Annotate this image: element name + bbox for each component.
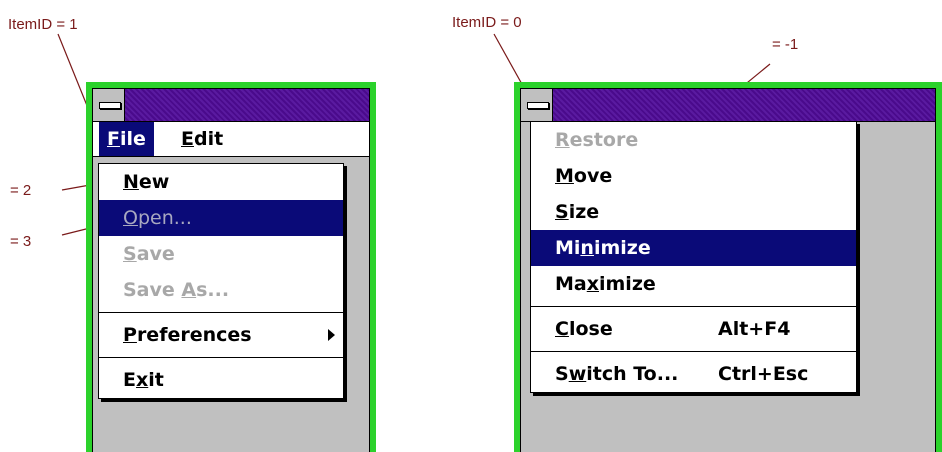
system-menu: Restore Move Size Minimize Maximize Clos… [530,121,857,393]
left-title-bar[interactable] [93,89,369,122]
menu-item-exit[interactable]: Exit [99,362,343,398]
menu-item-preferences[interactable]: Preferences [99,317,343,353]
accelerator-switch-to: Ctrl+Esc [718,363,809,385]
annotation-item-id-0: ItemID = 0 [452,14,522,31]
menu-separator [531,306,856,307]
menu-item-open[interactable]: Open... [99,200,343,236]
system-menu-icon [99,102,121,109]
accelerator-close: Alt+F4 [718,318,791,340]
left-system-menu-button[interactable] [93,89,125,121]
system-menu-icon [527,102,549,109]
annotation-new-id: = 2 [10,182,32,199]
menu-item-save[interactable]: Save [99,236,343,272]
menu-item-close[interactable]: Close Alt+F4 [531,311,856,347]
menu-item-new[interactable]: New [99,164,343,200]
menu-separator [99,357,343,358]
menu-item-move[interactable]: Move [531,158,856,194]
annotation-item-id-1: ItemID = 1 [8,16,78,33]
menu-item-maximize[interactable]: Maximize [531,266,856,302]
right-title-bar[interactable] [521,89,935,122]
annotation-restore-id: = -1 [772,36,799,53]
file-dropdown-menu: New Open... Save Save As... Preferences … [98,163,344,399]
menu-separator [531,351,856,352]
menu-edit[interactable]: Edit [173,122,231,156]
right-system-menu-button[interactable] [521,89,553,121]
submenu-arrow-icon [328,329,335,341]
menu-item-switch-to[interactable]: Switch To... Ctrl+Esc [531,356,856,392]
menu-separator [99,312,343,313]
menu-file[interactable]: File [99,122,154,156]
menu-item-restore[interactable]: Restore [531,122,856,158]
menu-item-minimize[interactable]: Minimize [531,230,856,266]
menu-item-save-as[interactable]: Save As... [99,272,343,308]
left-menu-bar: File Edit [93,122,369,157]
menu-item-size[interactable]: Size [531,194,856,230]
annotation-open-id: = 3 [10,233,32,250]
